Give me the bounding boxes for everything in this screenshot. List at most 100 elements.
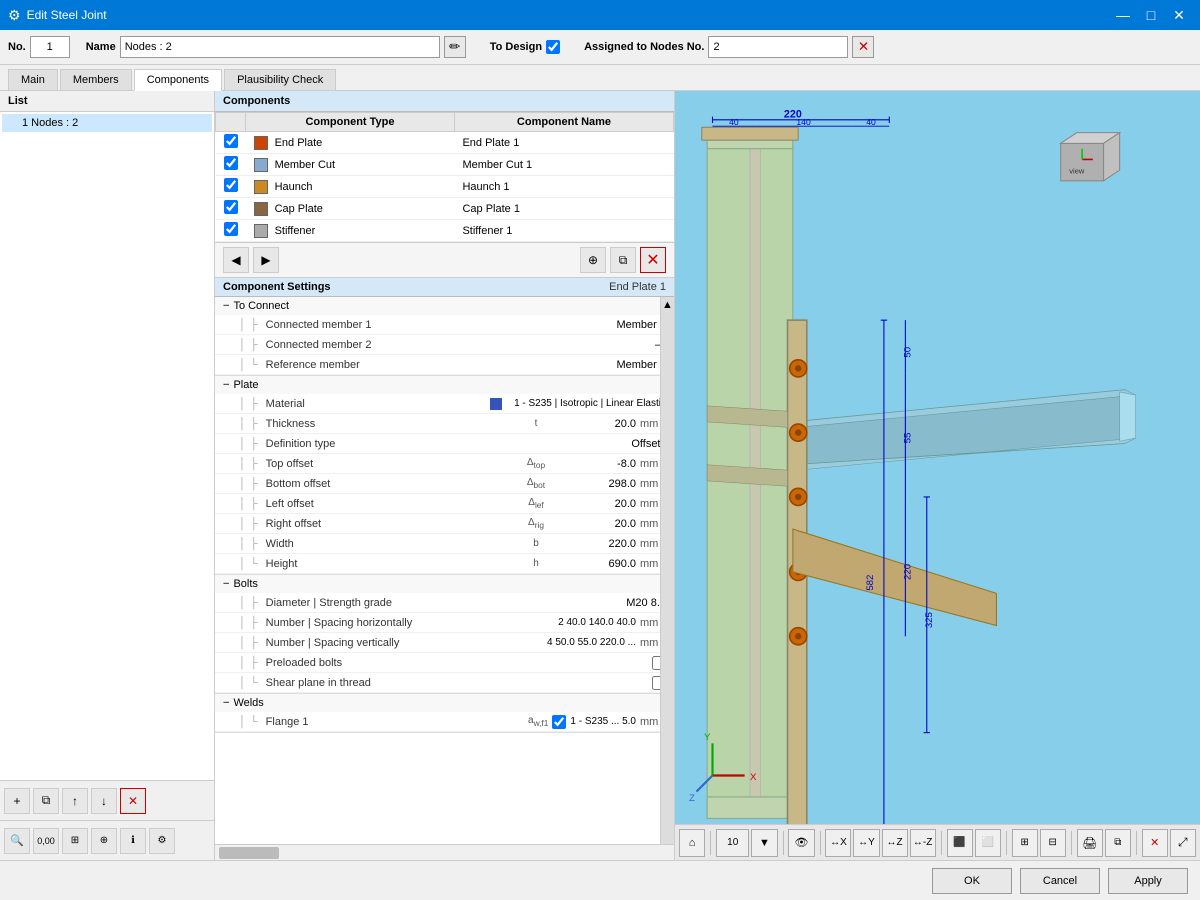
sidebar-item-nodes[interactable]: 1 Nodes : 2 [2,114,212,132]
table-row[interactable]: Haunch Haunch 1 [216,176,674,198]
table-row[interactable]: End Plate End Plate 1 [216,132,674,154]
delete-button[interactable]: ✕ [120,788,146,814]
tab-components[interactable]: Components [134,69,222,91]
move-down-button[interactable]: ↓ [91,788,117,814]
section-bolts-header[interactable]: − Bolts [215,575,674,593]
thickness-value: 20.0 [556,418,636,430]
expand-button[interactable]: ⤢ [1170,829,1196,857]
window-controls: — □ ✕ [1110,2,1192,28]
component-type: Stiffener [275,224,316,236]
move-up-button[interactable]: ↑ [62,788,88,814]
row-checkbox[interactable] [224,134,238,148]
svg-text:50: 50 [903,347,914,358]
render2-button[interactable]: ⬜ [975,829,1001,857]
copy-button[interactable]: ⧉ [33,788,59,814]
diam-value: M20 8.8 [586,597,666,609]
close-button[interactable]: ✕ [1166,2,1192,28]
thickness-label: Thickness [262,418,516,430]
frame-button[interactable]: ⊞ [1012,829,1038,857]
component-name: Member Cut 1 [454,154,673,176]
left-offset-label: Left offset [262,498,516,510]
flange1-label: Flange 1 [262,716,528,728]
frame2-button[interactable]: ⊟ [1040,829,1066,857]
connected-member2-value: — [586,339,666,351]
delete-comp-button[interactable]: ✕ [640,247,666,273]
print2-button[interactable]: ⧉ [1105,829,1131,857]
zoom-down-button[interactable]: ▼ [751,829,777,857]
move-right-button[interactable]: ▶ [253,247,279,273]
no-value: 1 [30,36,70,58]
ok-button[interactable]: OK [932,868,1012,894]
info-button[interactable]: ℹ [120,828,146,854]
settings-active: End Plate 1 [609,281,666,293]
to-design-checkbox[interactable] [546,40,560,54]
maximize-button[interactable]: □ [1138,2,1164,28]
svg-text:55: 55 [903,433,914,444]
h-scrollbar[interactable] [219,847,279,859]
settings2-button[interactable]: ⚙ [149,828,175,854]
diam-row: │ ├ Diameter | Strength grade M20 8.8 [215,593,674,613]
components-panel: Components Component Type Component Name… [215,91,675,860]
add-comp-button[interactable]: ⊕ [580,247,606,273]
svg-text:X: X [750,772,757,783]
row-checkbox[interactable] [224,156,238,170]
svg-text:325: 325 [924,612,935,628]
sep2 [783,831,784,855]
copy-comp-button[interactable]: ⧉ [610,247,636,273]
search-button[interactable]: 🔍 [4,828,30,854]
row-checkbox[interactable] [224,178,238,192]
section-plate-header[interactable]: − Plate [215,376,674,394]
right-offset-value: 20.0 [556,518,636,530]
cancel-button[interactable]: Cancel [1020,868,1100,894]
tab-main[interactable]: Main [8,69,58,90]
axis-mz-button[interactable]: ↔-Z [910,829,936,857]
section-welds-header[interactable]: − Welds [215,694,674,712]
check-col-header [216,113,246,132]
print-button[interactable]: 🖨 [1077,829,1103,857]
edit-name-button[interactable]: ✏ [444,36,466,58]
apply-button[interactable]: Apply [1108,868,1188,894]
reference-member-row: │ └ Reference member Member 1 [215,355,674,375]
top-offset-value: -8.0 [556,458,636,470]
snap-button[interactable]: ⊕ [91,828,117,854]
table-row[interactable]: Stiffener Stiffener 1 [216,220,674,242]
no-label: No. [8,41,26,53]
type-col-header: Component Type [246,113,455,132]
axis-y-button[interactable]: ↔Y [853,829,879,857]
move-left-button[interactable]: ◀ [223,247,249,273]
to-connect-label: To Connect [233,300,289,312]
row-checkbox[interactable] [224,200,238,214]
eye-button[interactable]: 👁 [788,829,814,857]
settings-tree: ▲ − To Connect │ ├ Connected member 1 Me… [215,297,674,844]
tools-button[interactable]: ✕ [1142,829,1168,857]
svg-text:view: view [1069,166,1085,175]
tab-members[interactable]: Members [60,69,132,90]
row-checkbox[interactable] [224,222,238,236]
bot-offset-row: │ ├ Bottom offset Δbot 298.0 mm [215,474,674,494]
component-type: Member Cut [275,158,336,170]
home-view-button[interactable]: ⌂ [679,829,705,857]
minimize-button[interactable]: — [1110,2,1136,28]
svg-text:582: 582 [865,575,876,591]
name-value: Nodes : 2 [120,36,440,58]
preloaded-label: Preloaded bolts [262,657,652,669]
width-label: Width [262,538,516,550]
flange1-checkbox[interactable] [552,715,566,729]
spacing-h-row: │ ├ Number | Spacing horizontally 2 40.0… [215,613,674,633]
add-button[interactable]: + [4,788,30,814]
axis-x-button[interactable]: ↔X [825,829,851,857]
h-scroll[interactable] [215,844,674,860]
axis-z-button[interactable]: ↔Z [882,829,908,857]
app-icon: ⚙ [8,7,21,24]
scroll-indicator[interactable]: ▲ [660,297,674,844]
clear-assigned-button[interactable]: ✕ [852,36,874,58]
table-row[interactable]: Cap Plate Cap Plate 1 [216,198,674,220]
table-row[interactable]: Member Cut Member Cut 1 [216,154,674,176]
tab-plausibility[interactable]: Plausibility Check [224,69,336,90]
grid-button[interactable]: ⊞ [62,828,88,854]
zoom-num-button[interactable]: 10 [716,829,749,857]
coord-button[interactable]: 0,00 [33,828,59,854]
color-indicator [254,158,268,172]
render-button[interactable]: ⬛ [947,829,973,857]
section-to-connect-header[interactable]: − To Connect [215,297,674,315]
